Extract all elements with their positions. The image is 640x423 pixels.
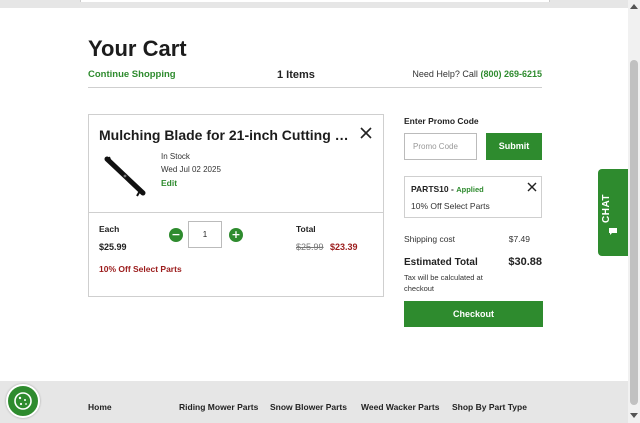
footer-link-riding-mower-parts[interactable]: Riding Mower Parts [179, 402, 258, 412]
checkout-button[interactable]: Checkout [404, 301, 543, 327]
top-strip-inner [80, 0, 550, 2]
cookie-icon [14, 392, 32, 410]
close-icon[interactable] [359, 126, 373, 140]
submit-button[interactable]: Submit [486, 133, 542, 160]
close-icon[interactable] [527, 182, 537, 192]
original-total: $25.99 [296, 242, 324, 252]
footer-link-weed-wacker-parts[interactable]: Weed Wacker Parts [361, 402, 439, 412]
each-label: Each [99, 224, 120, 234]
scrollbar[interactable] [628, 0, 640, 423]
cart-item-card: Mulching Blade for 21-inch Cutting De...… [88, 114, 384, 297]
applied-status: Applied [456, 185, 484, 194]
card-divider [89, 212, 383, 213]
tax-note: Tax will be calculated at checkout [404, 273, 483, 293]
promo-code-input[interactable]: Promo Code [404, 133, 477, 160]
delivery-date: Wed Jul 02 2025 [161, 165, 221, 174]
promo-note: 10% Off Select Parts [99, 264, 182, 274]
estimated-total-label: Estimated Total [404, 257, 478, 268]
each-price: $25.99 [99, 242, 127, 252]
help-text: Need Help? Call (800) 269-6215 [412, 69, 542, 79]
footer-link-shop-by-part-type[interactable]: Shop By Part Type [452, 402, 527, 412]
scroll-up-icon[interactable] [630, 4, 638, 9]
cart-item-name[interactable]: Mulching Blade for 21-inch Cutting De... [99, 127, 351, 143]
page: Your Cart Continue Shopping 1 Items Need… [0, 0, 629, 423]
shipping-label: Shipping cost [404, 234, 456, 244]
help-label: Need Help? Call [412, 69, 478, 79]
quantity-input[interactable]: 1 [188, 221, 222, 248]
plus-icon[interactable]: + [229, 228, 243, 242]
page-title: Your Cart [88, 36, 187, 61]
footer: Home Riding Mower Parts Snow Blower Part… [0, 381, 628, 423]
cookie-settings-button[interactable] [6, 384, 40, 418]
footer-link-snow-blower-parts[interactable]: Snow Blower Parts [270, 402, 347, 412]
items-count: 1 Items [277, 69, 315, 81]
applied-promo-box: PARTS10 - Applied 10% Off Select Parts [404, 176, 542, 218]
edit-link[interactable]: Edit [161, 178, 177, 188]
footer-link-home[interactable]: Home [88, 402, 112, 412]
applied-promo-description: 10% Off Select Parts [411, 201, 490, 211]
scroll-down-icon[interactable] [630, 413, 638, 418]
continue-shopping-link[interactable]: Continue Shopping [88, 69, 176, 80]
promo-label: Enter Promo Code [404, 116, 479, 126]
shipping-value: $7.49 [508, 234, 530, 244]
scrollbar-thumb[interactable] [630, 60, 638, 405]
chat-label: CHAT [601, 193, 612, 223]
stock-status: In Stock [161, 152, 190, 161]
promo-code-value: PARTS10 [411, 184, 449, 194]
sale-total: $23.39 [330, 242, 358, 252]
applied-promo-code: PARTS10 - Applied [411, 184, 484, 194]
top-strip [0, 0, 628, 8]
minus-icon[interactable]: − [169, 228, 183, 242]
estimated-total-value: $30.88 [508, 256, 542, 268]
header-divider [88, 87, 542, 88]
mulching-blade-image[interactable] [103, 153, 147, 199]
total-label: Total [296, 224, 316, 234]
chat-button[interactable]: CHAT [598, 169, 629, 256]
help-phone-link[interactable]: (800) 269-6215 [480, 69, 542, 79]
chat-icon [609, 228, 617, 235]
